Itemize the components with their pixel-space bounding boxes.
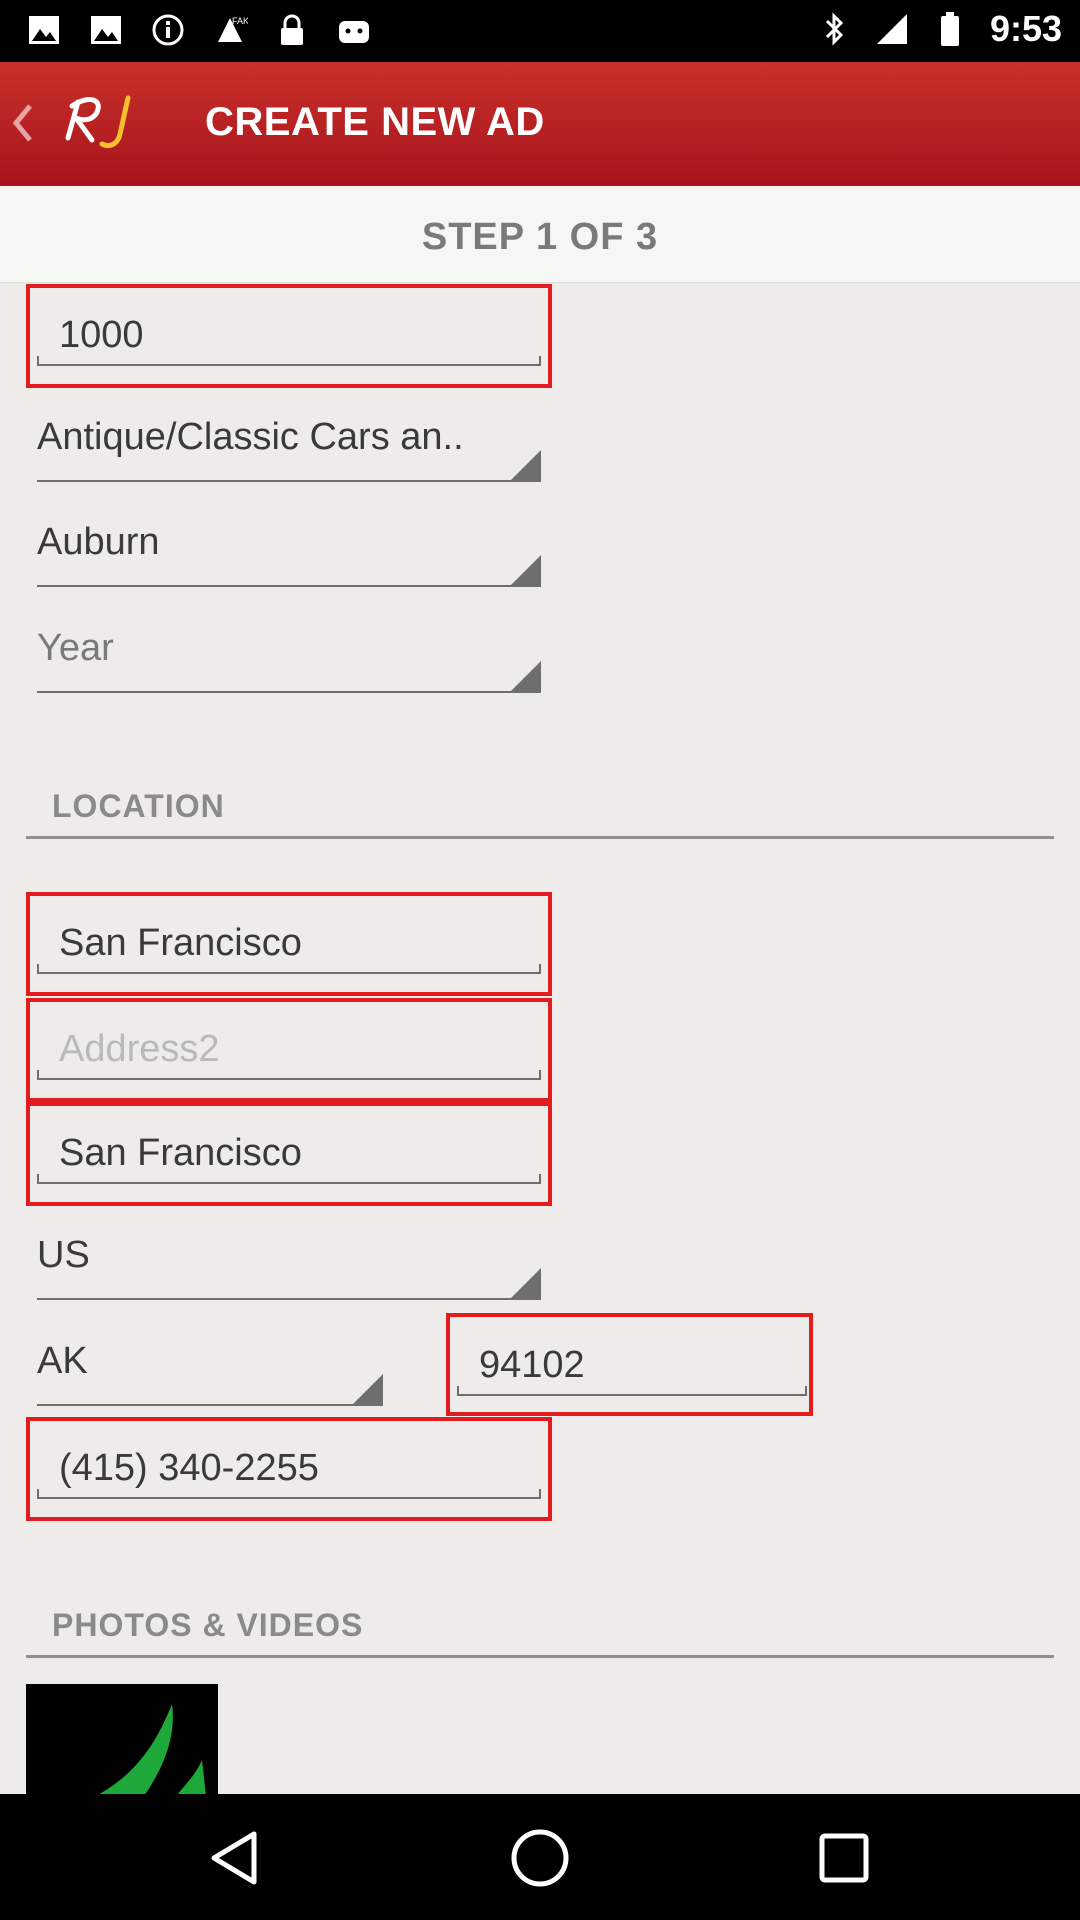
dropdown-triangle-icon [353, 1374, 383, 1404]
category-select[interactable]: Antique/Classic Cars an.. [37, 398, 541, 482]
navigation-bar [0, 1794, 1080, 1920]
country-select[interactable]: US [37, 1216, 541, 1300]
phone-value: (415) 340-2255 [59, 1447, 319, 1489]
signal-icon [874, 11, 910, 47]
app-bar: CREATE NEW AD [0, 62, 1080, 186]
price-value: 1000 [59, 314, 144, 356]
back-triangle-icon[interactable] [204, 1826, 268, 1890]
address1-input[interactable]: San Francisco [37, 906, 541, 980]
page-title: CREATE NEW AD [205, 100, 545, 144]
app-logo[interactable] [60, 88, 144, 154]
city-input[interactable]: San Francisco [37, 1116, 541, 1190]
photos-divider [26, 1655, 1054, 1658]
dropdown-triangle-icon [511, 555, 541, 585]
fake-gps-icon: FAKE [212, 12, 248, 48]
location-divider [26, 836, 1054, 839]
image-icon [26, 12, 62, 48]
location-header: LOCATION [52, 788, 225, 824]
android-icon [336, 12, 372, 48]
recents-square-icon[interactable] [812, 1826, 876, 1890]
address1-value: San Francisco [59, 922, 302, 964]
photo-thumbnail[interactable] [26, 1684, 218, 1796]
dropdown-triangle-icon [511, 661, 541, 691]
make-select[interactable]: Auburn [37, 503, 541, 587]
year-select[interactable]: Year [37, 609, 541, 693]
country-value: US [37, 1234, 90, 1276]
zip-value: 94102 [479, 1344, 585, 1386]
category-value: Antique/Classic Cars an.. [37, 416, 464, 458]
year-placeholder: Year [37, 627, 114, 669]
image-icon [88, 12, 124, 48]
status-bar: FAKE 9:53 [0, 0, 1080, 62]
dropdown-triangle-icon [511, 1268, 541, 1298]
state-value: AK [37, 1340, 88, 1382]
phone-input[interactable]: (415) 340-2255 [37, 1431, 541, 1505]
lock-icon [274, 12, 310, 48]
price-input[interactable]: 1000 [37, 298, 541, 372]
back-chevron-icon[interactable] [8, 100, 36, 146]
bluetooth-icon [816, 11, 852, 47]
state-select[interactable]: AK [37, 1322, 383, 1406]
step-label: STEP 1 OF 3 [421, 216, 659, 258]
svg-text:FAKE: FAKE [232, 16, 248, 26]
city-value: San Francisco [59, 1132, 302, 1174]
clock: 9:53 [989, 8, 1062, 49]
make-value: Auburn [37, 521, 160, 563]
zip-input[interactable]: 94102 [457, 1328, 807, 1402]
step-indicator: STEP 1 OF 3 [0, 186, 1080, 283]
info-icon [150, 12, 186, 48]
address2-placeholder: Address2 [59, 1028, 220, 1070]
address2-input[interactable]: Address2 [37, 1012, 541, 1086]
dropdown-triangle-icon [511, 450, 541, 480]
photos-header: PHOTOS & VIDEOS [52, 1607, 364, 1643]
home-circle-icon[interactable] [508, 1826, 572, 1890]
battery-icon [932, 11, 968, 47]
